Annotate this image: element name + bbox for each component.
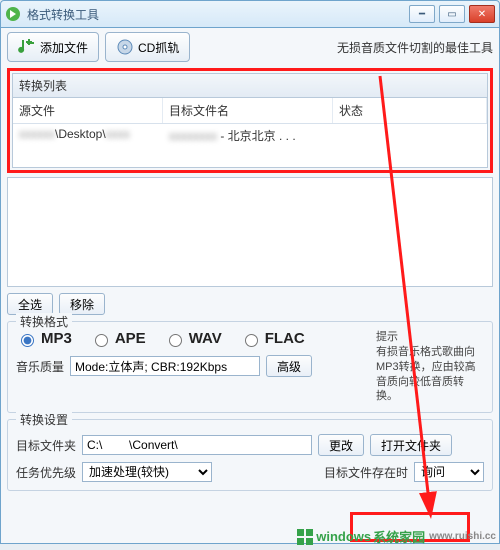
blank-list-area — [7, 177, 493, 287]
quality-label: 音乐质量 — [16, 358, 64, 375]
app-body: 添加文件 CD抓轨 无损音质文件切割的最佳工具 转换列表 源文件 目标文件名 状… — [0, 28, 500, 544]
select-all-button[interactable]: 全选 — [7, 293, 53, 315]
exists-select[interactable]: 询问 — [414, 462, 484, 482]
settings-group: 转换设置 目标文件夹 更改 打开文件夹 任务优先级 加速处理(较快) 目标文件存… — [7, 419, 493, 491]
format-group: 转换格式 MP3 APE WAV FLAC 音乐质量 高级 提示 有损音乐格式歌… — [7, 321, 493, 413]
change-folder-button[interactable]: 更改 — [318, 434, 364, 456]
advanced-button[interactable]: 高级 — [266, 355, 312, 377]
cd-icon — [116, 38, 134, 56]
cell-status — [333, 124, 487, 147]
radio-wav-input[interactable] — [169, 334, 182, 347]
priority-label: 任务优先级 — [16, 464, 76, 481]
list-grid: 源文件 目标文件名 状态 xxxxxx\Desktop\xxxx xxxxxxx… — [12, 98, 488, 168]
watermark-brand: windows — [316, 529, 371, 544]
radio-mp3[interactable]: MP3 — [16, 330, 72, 347]
col-status[interactable]: 状态 — [333, 98, 487, 123]
add-file-button[interactable]: 添加文件 — [7, 32, 99, 62]
list-header: 转换列表 — [12, 73, 488, 98]
col-source[interactable]: 源文件 — [13, 98, 163, 123]
radio-ape-input[interactable] — [95, 334, 108, 347]
watermark: windows系统家园 www.ruishi.cc — [296, 527, 496, 546]
radio-flac[interactable]: FLAC — [240, 330, 305, 347]
main-toolbar: 添加文件 CD抓轨 无损音质文件切割的最佳工具 — [7, 32, 493, 62]
watermark-url: www.ruishi.cc — [429, 531, 496, 542]
maximize-button[interactable]: ▭ — [439, 5, 465, 23]
title-bar: 格式转换工具 ━ ▭ ✕ — [0, 0, 500, 28]
list-columns: 源文件 目标文件名 状态 — [13, 98, 487, 124]
col-target[interactable]: 目标文件名 — [163, 98, 333, 123]
list-actions: 全选 移除 — [7, 293, 493, 315]
radio-mp3-input[interactable] — [21, 334, 34, 347]
watermark-suffix: 系统家园 — [373, 527, 425, 546]
open-folder-button[interactable]: 打开文件夹 — [370, 434, 452, 456]
radio-flac-input[interactable] — [245, 334, 258, 347]
cell-target: xxxxxxxx - 北京北京 . . . — [163, 124, 333, 147]
settings-legend: 转换设置 — [16, 411, 72, 428]
table-row[interactable]: xxxxxx\Desktop\xxxx xxxxxxxx - 北京北京 . . … — [13, 124, 487, 147]
target-folder-input[interactable] — [82, 435, 312, 455]
window-buttons: ━ ▭ ✕ — [409, 5, 495, 23]
priority-select[interactable]: 加速处理(较快) — [82, 462, 212, 482]
format-legend: 转换格式 — [16, 313, 72, 330]
add-file-label: 添加文件 — [40, 39, 88, 56]
windows-logo-icon — [296, 528, 314, 546]
format-hint: 提示 有损音乐格式歌曲向MP3转换，应由较高音质向较低音质转换。 — [376, 330, 484, 404]
hint-body: 有损音乐格式歌曲向MP3转换，应由较高音质向较低音质转换。 — [376, 345, 484, 404]
music-plus-icon — [18, 38, 36, 56]
cell-source: xxxxxx\Desktop\xxxx — [13, 124, 163, 147]
close-button[interactable]: ✕ — [469, 5, 495, 23]
target-folder-label: 目标文件夹 — [16, 437, 76, 454]
cd-rip-label: CD抓轨 — [138, 39, 179, 56]
quality-input[interactable] — [70, 356, 260, 376]
cd-rip-button[interactable]: CD抓轨 — [105, 32, 190, 62]
remove-button[interactable]: 移除 — [59, 293, 105, 315]
window-title: 格式转换工具 — [27, 6, 99, 23]
format-radios: MP3 APE WAV FLAC — [16, 330, 372, 347]
hint-title: 提示 — [376, 330, 484, 345]
exists-label: 目标文件存在时 — [324, 464, 408, 481]
app-icon — [5, 6, 21, 22]
radio-wav[interactable]: WAV — [164, 330, 222, 347]
tagline-text: 无损音质文件切割的最佳工具 — [337, 39, 493, 56]
radio-ape[interactable]: APE — [90, 330, 146, 347]
conversion-list-section: 转换列表 源文件 目标文件名 状态 xxxxxx\Desktop\xxxx xx… — [7, 68, 493, 173]
minimize-button[interactable]: ━ — [409, 5, 435, 23]
